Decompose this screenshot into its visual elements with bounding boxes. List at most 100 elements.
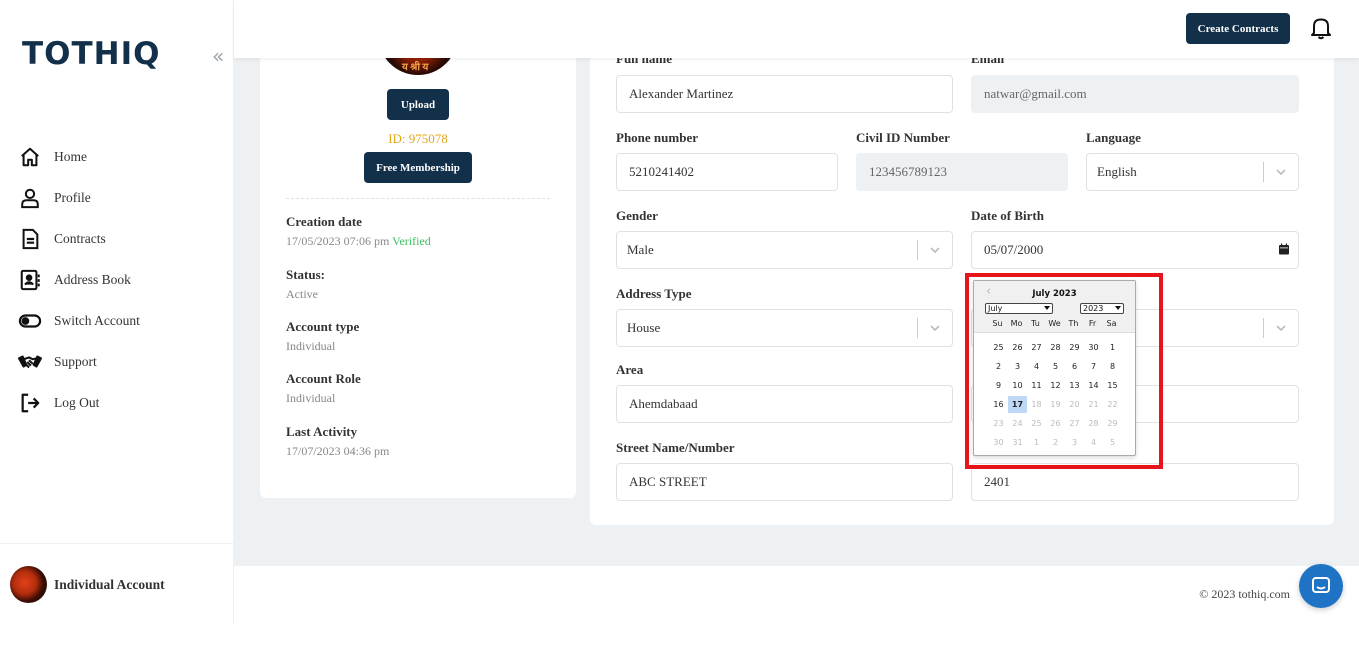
- phone-label: Phone number: [616, 130, 698, 145]
- account-name: Individual Account: [54, 577, 165, 592]
- divider: [286, 198, 550, 199]
- create-contracts-button[interactable]: Create Contracts: [1186, 13, 1290, 44]
- dob-input[interactable]: 05/07/2000: [971, 231, 1299, 269]
- datepicker-day[interactable]: 28: [1084, 415, 1103, 432]
- language-select[interactable]: English: [1086, 153, 1299, 191]
- days-of-week: Su Mo Tu We Th Fr Sa: [988, 319, 1121, 328]
- datepicker-day[interactable]: 31: [1008, 434, 1027, 451]
- datepicker-day[interactable]: 4: [1027, 358, 1046, 375]
- sidebar-item-label: Support: [54, 353, 97, 369]
- bell-icon[interactable]: [1310, 16, 1332, 40]
- datepicker-day[interactable]: 19: [1046, 396, 1065, 413]
- email-field[interactable]: natwar@gmail.com: [971, 75, 1299, 113]
- datepicker-day[interactable]: 8: [1103, 358, 1122, 375]
- top-bar: Create Contracts: [234, 0, 1359, 58]
- language-value: English: [1097, 164, 1137, 179]
- datepicker-day[interactable]: 29: [1103, 415, 1122, 432]
- datepicker-day[interactable]: 3: [1008, 358, 1027, 375]
- civil-id-label: Civil ID Number: [856, 130, 950, 145]
- language-label: Language: [1086, 130, 1141, 145]
- upload-button[interactable]: Upload: [387, 89, 449, 120]
- day-of-week-label: Tu: [1031, 319, 1040, 328]
- day-of-week-label: Mo: [1010, 319, 1023, 328]
- datepicker-day[interactable]: 11: [1027, 377, 1046, 394]
- datepicker-day[interactable]: 17: [1008, 396, 1027, 413]
- address-type-select[interactable]: House: [616, 309, 953, 347]
- month-select[interactable]: July: [985, 303, 1053, 314]
- datepicker-day[interactable]: 27: [1065, 415, 1084, 432]
- sidebar-item-switch-account[interactable]: Switch Account: [18, 300, 228, 341]
- creation-date-value: 17/05/2023 07:06 pm Verified: [286, 234, 431, 249]
- last-activity-label: Last Activity: [286, 424, 358, 439]
- dob-value: 05/07/2000: [984, 242, 1044, 257]
- datepicker-day[interactable]: 10: [1008, 377, 1027, 394]
- datepicker-day[interactable]: 30: [1084, 339, 1103, 356]
- datepicker-day[interactable]: 22: [1103, 396, 1122, 413]
- account-type-info: Account type Individual: [286, 319, 359, 354]
- civil-id-field[interactable]: 123456789123: [856, 153, 1068, 191]
- street-input[interactable]: ABC STREET: [616, 463, 953, 501]
- sidebar-item-logout[interactable]: Log Out: [18, 382, 228, 423]
- phone-input[interactable]: 5210241402: [616, 153, 838, 191]
- datepicker-day[interactable]: 14: [1084, 377, 1103, 394]
- datepicker-popup: ‹ July 2023 July 2023 Su Mo Tu We Th Fr …: [973, 280, 1136, 456]
- verified-badge: Verified: [392, 234, 431, 248]
- year-select[interactable]: 2023: [1080, 303, 1124, 314]
- sidebar-item-label: Contracts: [54, 230, 106, 246]
- sidebar-item-support[interactable]: Support: [18, 341, 228, 382]
- account-role-label: Account Role: [286, 371, 361, 386]
- datepicker-day[interactable]: 18: [1027, 396, 1046, 413]
- sidebar-item-address-book[interactable]: Address Book: [18, 259, 228, 300]
- datepicker-day[interactable]: 21: [1084, 396, 1103, 413]
- building-input[interactable]: 2401: [971, 463, 1299, 501]
- datepicker-day[interactable]: 25: [1027, 415, 1046, 432]
- select-separator: [917, 318, 918, 338]
- datepicker-day[interactable]: 15: [1103, 377, 1122, 394]
- datepicker-day[interactable]: 9: [989, 377, 1008, 394]
- sidebar-item-profile[interactable]: Profile: [18, 177, 228, 218]
- area-input[interactable]: Ahemdabaad: [616, 385, 953, 423]
- account-switcher[interactable]: Individual Account: [0, 543, 234, 625]
- datepicker-day[interactable]: 12: [1046, 377, 1065, 394]
- datepicker-day[interactable]: 2: [1046, 434, 1065, 451]
- datepicker-day[interactable]: 1: [1027, 434, 1046, 451]
- datepicker-day[interactable]: 27: [1027, 339, 1046, 356]
- copyright-text: © 2023 tothiq.com: [1199, 587, 1290, 601]
- caret-down-icon: [1044, 306, 1050, 310]
- creation-date-label: Creation date: [286, 214, 362, 229]
- datepicker-day[interactable]: 28: [1046, 339, 1065, 356]
- datepicker-day[interactable]: 23: [989, 415, 1008, 432]
- full-name-input[interactable]: Alexander Martinez: [616, 75, 953, 113]
- gender-select[interactable]: Male: [616, 231, 953, 269]
- calendar-icon[interactable]: [1278, 243, 1290, 255]
- sidebar-item-home[interactable]: Home: [18, 136, 228, 177]
- user-id: ID: 975078: [388, 131, 448, 146]
- datepicker-day[interactable]: 29: [1065, 339, 1084, 356]
- datepicker-day[interactable]: 3: [1065, 434, 1084, 451]
- datepicker-days-grid: 25 26 27 28 29 30 1 2 3 4 5 6 7 8 9 10 11 12 13 14 15 16 17 18 1…: [989, 339, 1122, 451]
- datepicker-day[interactable]: 20: [1065, 396, 1084, 413]
- collapse-sidebar-icon[interactable]: «: [212, 44, 224, 68]
- datepicker-day[interactable]: 30: [989, 434, 1008, 451]
- datepicker-day[interactable]: 1: [1103, 339, 1122, 356]
- datepicker-day[interactable]: 26: [1008, 339, 1027, 356]
- datepicker-day[interactable]: 13: [1065, 377, 1084, 394]
- datepicker-day[interactable]: 5: [1046, 358, 1065, 375]
- datepicker-day[interactable]: 25: [989, 339, 1008, 356]
- datepicker-day[interactable]: 7: [1084, 358, 1103, 375]
- datepicker-day[interactable]: 5: [1103, 434, 1122, 451]
- area-label: Area: [616, 362, 644, 377]
- datepicker-day[interactable]: 16: [989, 396, 1008, 413]
- chat-button[interactable]: [1299, 564, 1343, 608]
- logout-icon: [18, 391, 42, 415]
- toggle-icon: [18, 309, 42, 333]
- free-membership-button[interactable]: Free Membership: [364, 152, 472, 183]
- sidebar-item-contracts[interactable]: Contracts: [18, 218, 228, 259]
- datepicker-day[interactable]: 2: [989, 358, 1008, 375]
- datepicker-day[interactable]: 24: [1008, 415, 1027, 432]
- chevron-down-icon: [1276, 325, 1286, 332]
- datepicker-day[interactable]: 6: [1065, 358, 1084, 375]
- datepicker-day[interactable]: 4: [1084, 434, 1103, 451]
- day-of-week-label: We: [1048, 319, 1061, 328]
- datepicker-day[interactable]: 26: [1046, 415, 1065, 432]
